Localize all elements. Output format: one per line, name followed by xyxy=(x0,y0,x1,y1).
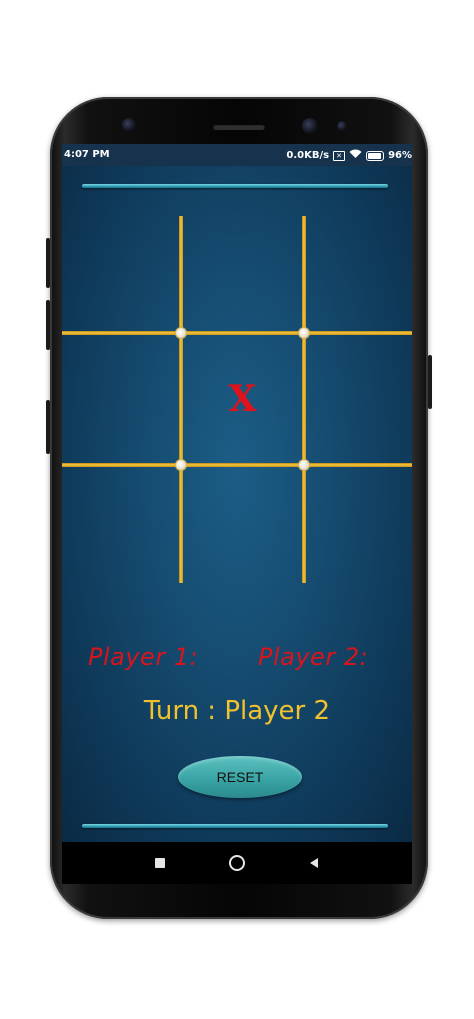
board-cell-6[interactable] xyxy=(62,467,179,583)
battery-icon xyxy=(366,150,385,161)
board-cell-7[interactable] xyxy=(183,467,302,583)
board-cell-2[interactable] xyxy=(306,216,412,331)
battery-percent: 96% xyxy=(388,150,412,161)
box-x-icon: ✕ xyxy=(333,150,346,161)
proximity-sensor-icon xyxy=(337,121,347,131)
net-speed: 0.0KB/s xyxy=(286,150,330,161)
screen: 4:07 PM 0.0KB/s ✕ 96% X Player 1: Player… xyxy=(62,144,412,884)
square-icon xyxy=(155,858,165,868)
player2-score-label: Player 2: xyxy=(258,643,369,671)
wifi-icon xyxy=(349,149,362,162)
top-divider-bar xyxy=(82,184,388,188)
bixby-button xyxy=(46,400,50,454)
board-cell-8[interactable] xyxy=(306,467,412,583)
navigation-bar xyxy=(62,842,412,884)
status-bar: 4:07 PM 0.0KB/s ✕ 96% xyxy=(62,144,412,166)
recents-button[interactable] xyxy=(150,853,170,873)
power-button xyxy=(428,355,432,409)
front-camera-icon xyxy=(302,118,318,134)
game-area: X Player 1: Player 2: Turn : Player 2 RE… xyxy=(62,166,412,842)
board-cell-3[interactable] xyxy=(62,335,179,463)
back-button[interactable] xyxy=(304,853,324,873)
board-cell-0[interactable] xyxy=(62,216,179,331)
player1-score-label: Player 1: xyxy=(88,643,199,671)
status-time: 4:07 PM xyxy=(64,149,110,160)
home-button[interactable] xyxy=(227,853,247,873)
turn-indicator: Turn : Player 2 xyxy=(143,696,331,726)
board-cell-5[interactable] xyxy=(306,335,412,463)
triangle-back-icon xyxy=(310,858,318,868)
volume-down-button xyxy=(46,300,50,350)
status-right: 0.0KB/s ✕ 96% xyxy=(286,149,412,162)
earpiece xyxy=(213,124,265,130)
iris-sensor-icon xyxy=(122,118,136,132)
bottom-divider-bar xyxy=(82,824,388,828)
circle-icon xyxy=(229,855,245,871)
volume-up-button xyxy=(46,238,50,288)
board-cell-4[interactable]: X xyxy=(183,335,302,463)
reset-button[interactable]: RESET xyxy=(178,756,302,798)
board-cell-1[interactable] xyxy=(183,216,302,331)
